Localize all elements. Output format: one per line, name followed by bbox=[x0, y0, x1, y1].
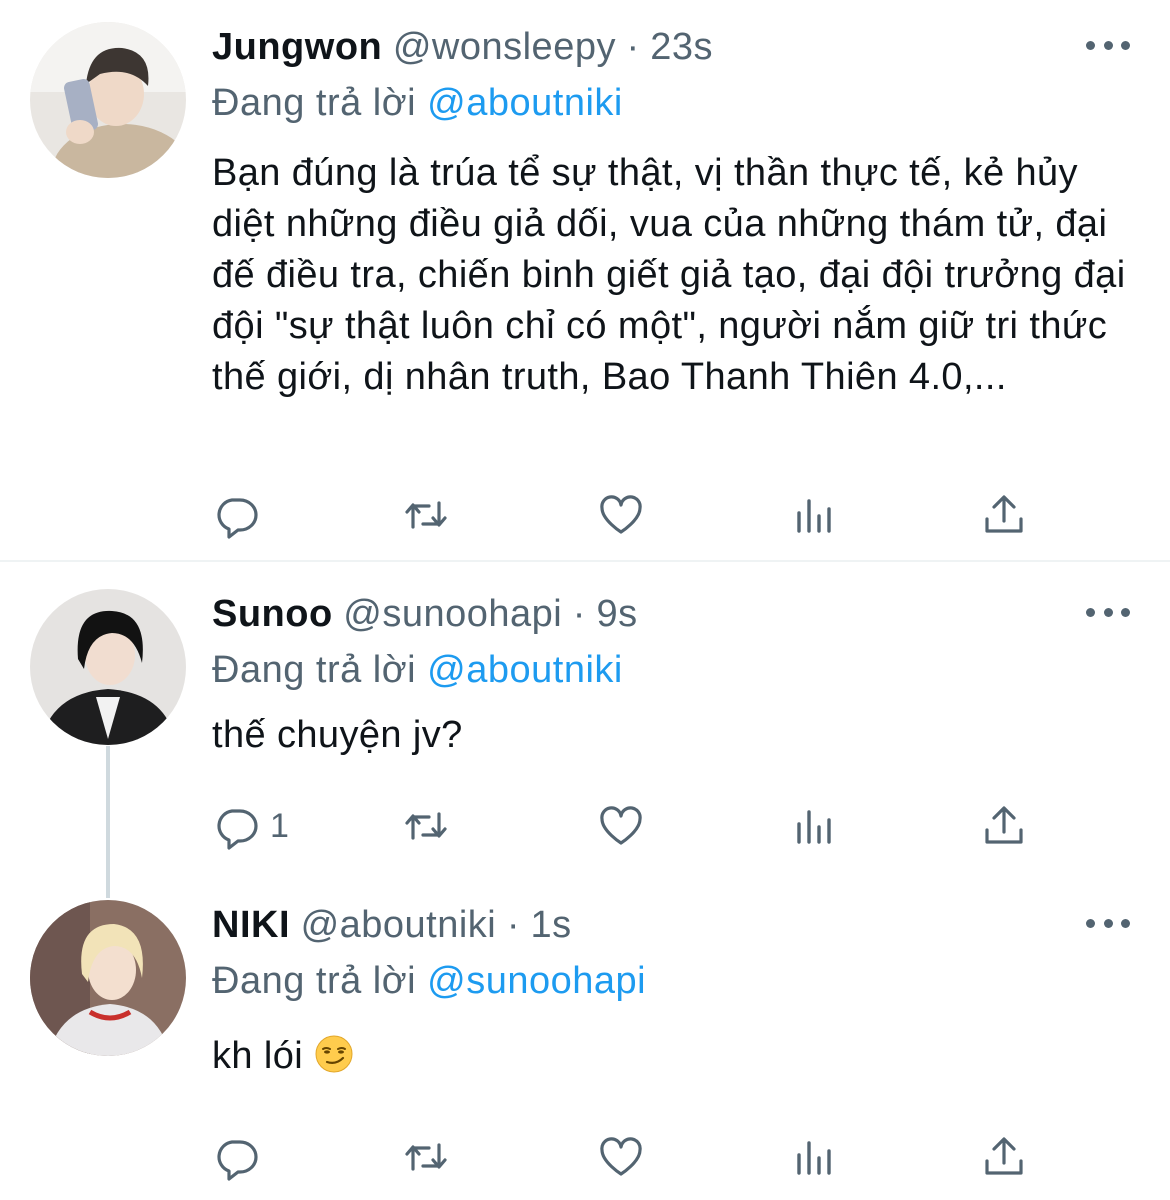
share-button[interactable] bbox=[980, 1132, 1028, 1182]
display-name[interactable]: Sunoo bbox=[212, 593, 333, 635]
more-icon[interactable] bbox=[1086, 597, 1130, 627]
avatar[interactable] bbox=[30, 900, 186, 1056]
tweet-text: Bạn đúng là trúa tể sự thật, vị thần thự… bbox=[212, 152, 1126, 398]
separator: · bbox=[626, 26, 640, 68]
tweet-header: NIKI @aboutniki · 1s bbox=[212, 900, 1130, 950]
retweet-icon bbox=[405, 1143, 447, 1171]
avatar-image bbox=[30, 589, 186, 745]
like-button[interactable] bbox=[597, 490, 645, 540]
retweet-icon bbox=[405, 501, 447, 529]
reply-button[interactable]: 1 bbox=[212, 801, 289, 851]
replying-mention-link[interactable]: @aboutniki bbox=[427, 82, 623, 124]
tweet-actions bbox=[212, 1132, 1042, 1182]
tweet-niki[interactable]: NIKI @aboutniki · 1s Đang trả lời @sunoo… bbox=[0, 900, 1170, 1190]
analytics-icon bbox=[797, 499, 831, 533]
reply-button[interactable] bbox=[212, 1132, 270, 1182]
more-icon[interactable] bbox=[1086, 908, 1130, 938]
tweet-content: Sunoo @sunoohapi · 9s Đang trả lời @abou… bbox=[212, 589, 1130, 761]
reply-icon bbox=[217, 809, 258, 850]
timestamp[interactable]: 23s bbox=[650, 26, 713, 68]
like-icon bbox=[600, 495, 642, 534]
tweet-sunoo[interactable]: Sunoo @sunoohapi · 9s Đang trả lời @abou… bbox=[0, 589, 1170, 859]
avatar-image bbox=[30, 22, 186, 178]
replying-prefix: Đang trả lời bbox=[212, 82, 417, 124]
retweet-icon bbox=[405, 812, 447, 840]
tweet-header: Sunoo @sunoohapi · 9s bbox=[212, 589, 1130, 639]
replying-to: Đang trả lời @aboutniki bbox=[212, 644, 1130, 696]
tweet-text: thế chuyện jv? bbox=[212, 714, 463, 756]
replying-to: Đang trả lời @sunoohapi bbox=[212, 955, 1130, 1007]
retweet-button[interactable] bbox=[402, 801, 450, 851]
reply-icon bbox=[217, 1140, 258, 1181]
replying-mention-link[interactable]: @sunoohapi bbox=[427, 960, 646, 1002]
replying-prefix: Đang trả lời bbox=[212, 960, 417, 1002]
reply-button[interactable] bbox=[212, 490, 270, 540]
share-button[interactable] bbox=[980, 490, 1028, 540]
share-icon bbox=[985, 1137, 1023, 1175]
share-button[interactable] bbox=[980, 801, 1028, 851]
tweet-actions: 1 bbox=[212, 801, 1042, 851]
analytics-icon bbox=[797, 1141, 831, 1175]
analytics-button[interactable] bbox=[790, 1132, 838, 1182]
retweet-button[interactable] bbox=[402, 1132, 450, 1182]
replying-prefix: Đang trả lời bbox=[212, 649, 417, 691]
analytics-button[interactable] bbox=[790, 490, 838, 540]
display-name[interactable]: NIKI bbox=[212, 904, 290, 946]
retweet-button[interactable] bbox=[402, 490, 450, 540]
share-icon bbox=[985, 495, 1023, 533]
avatar[interactable] bbox=[30, 22, 186, 178]
tweet-text-content: kh lói bbox=[212, 1035, 304, 1077]
replying-mention-link[interactable]: @aboutniki bbox=[427, 649, 623, 691]
share-icon bbox=[985, 806, 1023, 844]
tweet-content: Jungwon @wonsleepy · 23s Đang trả lời @a… bbox=[212, 22, 1130, 403]
analytics-button[interactable] bbox=[790, 801, 838, 851]
like-button[interactable] bbox=[597, 1132, 645, 1182]
tweet-header: Jungwon @wonsleepy · 23s bbox=[212, 22, 1130, 72]
more-icon[interactable] bbox=[1086, 30, 1130, 60]
avatar[interactable] bbox=[30, 589, 186, 745]
like-icon bbox=[600, 1137, 642, 1176]
reply-count: 1 bbox=[270, 806, 289, 845]
tweet-actions bbox=[212, 490, 1042, 540]
display-name[interactable]: Jungwon bbox=[212, 26, 382, 68]
timestamp[interactable]: 1s bbox=[531, 904, 572, 946]
separator: · bbox=[572, 593, 586, 635]
reply-icon bbox=[217, 498, 258, 539]
username[interactable]: @aboutniki bbox=[301, 904, 497, 946]
username[interactable]: @sunoohapi bbox=[343, 593, 562, 635]
like-button[interactable] bbox=[597, 801, 645, 851]
tweet-content: NIKI @aboutniki · 1s Đang trả lời @sunoo… bbox=[212, 900, 1130, 1082]
smirking-face-icon bbox=[315, 1035, 353, 1073]
analytics-icon bbox=[797, 810, 831, 844]
tweet-text: kh lói bbox=[212, 1031, 1130, 1082]
replying-to: Đang trả lời @aboutniki bbox=[212, 77, 1130, 129]
divider bbox=[0, 560, 1170, 562]
username[interactable]: @wonsleepy bbox=[393, 26, 616, 68]
tweet-jungwon[interactable]: Jungwon @wonsleepy · 23s Đang trả lời @a… bbox=[0, 22, 1170, 542]
separator: · bbox=[506, 904, 520, 946]
avatar-image bbox=[30, 900, 186, 1056]
like-icon bbox=[600, 806, 642, 845]
timestamp[interactable]: 9s bbox=[597, 593, 638, 635]
